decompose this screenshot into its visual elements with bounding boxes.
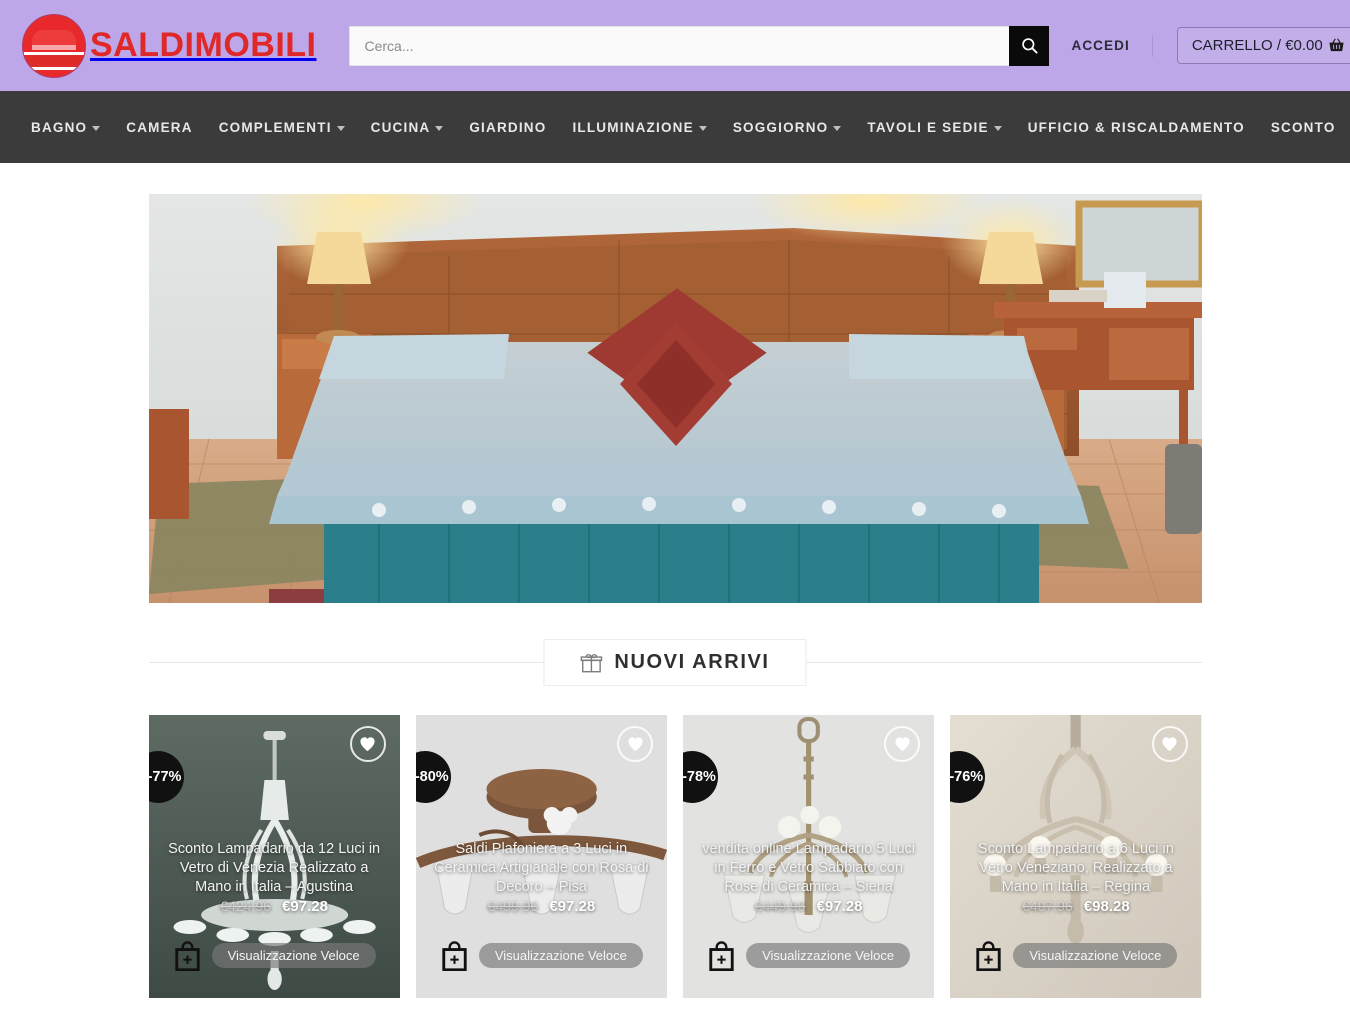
wishlist-button[interactable] <box>884 726 921 762</box>
nav-item-tavoli-e-sedie[interactable]: TAVOLI E SEDIE <box>854 110 1014 145</box>
product-title: vendita online Lampadario 5 Luci in Ferr… <box>702 841 916 895</box>
product-grid: -77% Sconto Lampadario da 12 Luci in Vet… <box>148 715 1202 998</box>
product-actions: Visualizzazione Veloce <box>683 940 934 971</box>
product-actions: Visualizzazione Veloce <box>416 940 667 971</box>
nav-item-giardino[interactable]: GIARDINO <box>456 110 559 145</box>
product-title: Sconto Lampadario da 12 Luci in Vetro di… <box>168 841 381 895</box>
nav-label: CUCINA <box>370 119 431 135</box>
cart-button[interactable]: CARRELLO / €0.00 <box>1176 27 1350 64</box>
add-to-bag-icon[interactable] <box>974 940 1003 971</box>
bedroom-photo-illustration <box>148 194 1202 603</box>
nav-label: COMPLEMENTI <box>218 119 332 135</box>
hero-section <box>0 163 1350 603</box>
quick-view-button[interactable]: Visualizzazione Veloce <box>746 943 911 968</box>
logo-text: SALDIMOBILI <box>90 26 317 64</box>
sale-price: €97.28 <box>816 898 863 915</box>
section-title-box: NUOVI ARRIVI <box>543 639 807 686</box>
hero-image[interactable] <box>148 194 1202 603</box>
search-button[interactable] <box>1009 25 1050 66</box>
original-price: €424.96 <box>220 898 271 914</box>
product-actions: Visualizzazione Veloce <box>149 940 400 971</box>
sale-price: €98.28 <box>1083 898 1130 915</box>
chevron-down-icon <box>435 125 444 131</box>
chevron-down-icon <box>336 125 345 131</box>
nav-item-illuminazione[interactable]: ILLUMINAZIONE <box>559 110 719 145</box>
nav-item-bagno[interactable]: BAGNO <box>18 110 113 145</box>
nav-label: ILLUMINAZIONE <box>572 119 694 135</box>
product-actions: Visualizzazione Veloce <box>950 940 1201 971</box>
original-price: €449.96 <box>754 898 806 914</box>
product-title: Sconto Lampadario a 6 Luci in Vetro Vene… <box>977 841 1174 895</box>
nav-label: CAMERA <box>126 119 193 135</box>
nav-label: BAGNO <box>31 119 88 135</box>
nav-label: GIARDINO <box>469 119 547 135</box>
section-header: NUOVI ARRIVI <box>148 639 1202 686</box>
login-link[interactable]: ACCEDI <box>1049 34 1153 57</box>
chevron-down-icon <box>698 125 707 131</box>
nav-item-complementi[interactable]: COMPLEMENTI <box>206 110 358 145</box>
nav-label: UFFICIO & RISCALDAMENTO <box>1027 119 1245 135</box>
nav-item-camera[interactable]: CAMERA <box>113 110 205 145</box>
add-to-bag-icon[interactable] <box>707 940 736 971</box>
original-price: €407.96 <box>1022 898 1073 914</box>
product-card[interactable]: -76% Sconto Lampadario a 6 Luci in Vetro… <box>950 715 1202 998</box>
product-info: Sconto Lampadario da 12 Luci in Vetro di… <box>149 840 400 915</box>
chevron-down-icon <box>993 125 1002 131</box>
heart-icon <box>1162 737 1177 752</box>
product-price: €407.96 €98.28 <box>964 898 1187 915</box>
nav-item-ufficio-riscaldamento[interactable]: UFFICIO & RISCALDAMENTO <box>1015 110 1258 145</box>
wishlist-button[interactable] <box>349 726 386 762</box>
product-info: Saldi Plafoniera a 3 Luci in Ceramica Ar… <box>416 840 667 915</box>
search-bar <box>349 25 1050 66</box>
add-to-bag-icon[interactable] <box>440 940 469 971</box>
heart-icon <box>895 737 910 752</box>
chevron-down-icon <box>92 125 101 131</box>
product-card[interactable]: -78% vendita online Lampadario 5 Luci in… <box>683 715 935 998</box>
product-card[interactable]: -80% Saldi Plafoniera a 3 Luci in Cerami… <box>415 715 667 998</box>
sale-price: €97.28 <box>282 898 328 915</box>
quick-view-button[interactable]: Visualizzazione Veloce <box>211 943 376 968</box>
heart-icon <box>627 737 643 752</box>
nav-item-soggiorno[interactable]: SOGGIORNO <box>720 110 855 145</box>
product-price: €449.96 €97.28 <box>697 898 920 915</box>
main-navigation: BAGNO CAMERA COMPLEMENTI CUCINA GIARDINO… <box>0 91 1350 163</box>
chevron-down-icon <box>833 125 842 131</box>
shopping-basket-icon <box>1329 38 1344 52</box>
header-actions: ACCEDI CARRELLO / €0.00 <box>1049 27 1350 64</box>
product-title: Saldi Plafoniera a 3 Luci in Ceramica Ar… <box>434 841 649 895</box>
nav-item-sconto[interactable]: SCONTO <box>1258 110 1349 145</box>
product-info: Sconto Lampadario a 6 Luci in Vetro Vene… <box>950 840 1201 915</box>
search-input[interactable] <box>349 25 1010 66</box>
page-title: NUOVI ARRIVI <box>614 651 770 673</box>
gift-icon <box>580 653 603 672</box>
quick-view-button[interactable]: Visualizzazione Veloce <box>478 943 643 968</box>
wishlist-button[interactable] <box>617 726 653 762</box>
quick-view-button[interactable]: Visualizzazione Veloce <box>1013 943 1178 968</box>
sale-price: €97.28 <box>549 898 596 915</box>
nav-label: SOGGIORNO <box>732 119 829 135</box>
product-price: €499.96 €97.28 <box>430 898 653 915</box>
site-logo[interactable]: SALDIMOBILI <box>22 13 317 78</box>
nav-label: SCONTO <box>1270 119 1336 135</box>
nav-label: TAVOLI E SEDIE <box>867 119 989 135</box>
product-info: vendita online Lampadario 5 Luci in Ferr… <box>683 840 934 915</box>
bed-circle-logo-icon <box>22 13 86 78</box>
search-icon <box>1022 38 1038 54</box>
add-to-bag-icon[interactable] <box>173 940 202 971</box>
original-price: €499.96 <box>487 898 539 914</box>
site-header: SALDIMOBILI ACCEDI CARRELLO / €0.00 <box>0 0 1350 91</box>
heart-icon <box>360 737 375 752</box>
product-price: €424.96 €97.28 <box>163 898 386 915</box>
nav-item-cucina[interactable]: CUCINA <box>358 110 457 145</box>
product-card[interactable]: -77% Sconto Lampadario da 12 Luci in Vet… <box>148 715 400 998</box>
wishlist-button[interactable] <box>1151 726 1188 762</box>
cart-label: CARRELLO / €0.00 <box>1191 37 1323 54</box>
